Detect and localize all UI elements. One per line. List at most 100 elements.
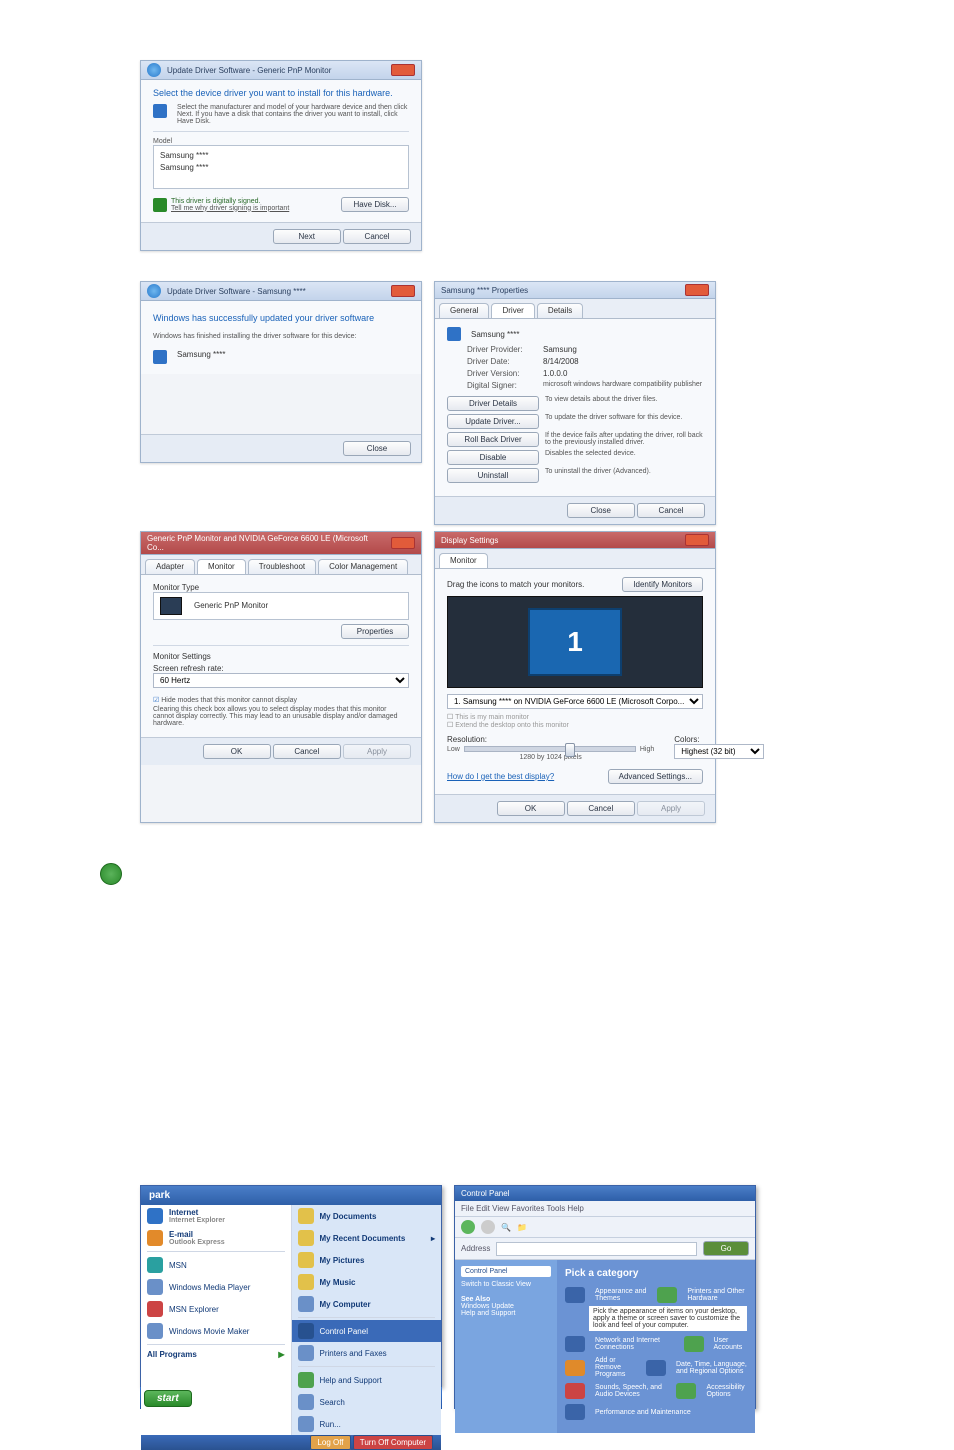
list-item[interactable]: Samsung **** bbox=[160, 162, 402, 174]
start-item-email[interactable]: E-mailOutlook Express bbox=[141, 1227, 291, 1249]
performance-icon bbox=[565, 1404, 585, 1420]
properties-button[interactable]: Properties bbox=[341, 624, 409, 639]
tab-color-management[interactable]: Color Management bbox=[318, 559, 408, 574]
cancel-button[interactable]: Cancel bbox=[637, 503, 705, 518]
close-icon[interactable] bbox=[685, 284, 709, 296]
start-printers[interactable]: Printers and Faxes bbox=[292, 1342, 442, 1364]
start-search[interactable]: Search bbox=[292, 1391, 442, 1413]
list-item[interactable]: Samsung **** bbox=[160, 150, 402, 162]
start-my-computer[interactable]: My Computer bbox=[292, 1293, 442, 1315]
driver-details-button[interactable]: Driver Details bbox=[447, 396, 539, 411]
start-my-music[interactable]: My Music bbox=[292, 1271, 442, 1293]
apply-button[interactable]: Apply bbox=[343, 744, 411, 759]
tab-adapter[interactable]: Adapter bbox=[145, 559, 195, 574]
value: 8/14/2008 bbox=[543, 357, 579, 366]
cancel-button[interactable]: Cancel bbox=[273, 744, 341, 759]
search-icon[interactable]: 🔍 bbox=[501, 1223, 511, 1232]
folders-icon[interactable]: 📁 bbox=[517, 1223, 527, 1232]
start-item-movie-maker[interactable]: Windows Movie Maker bbox=[141, 1320, 291, 1342]
close-icon[interactable] bbox=[391, 537, 415, 549]
tab-monitor[interactable]: Monitor bbox=[197, 559, 246, 574]
update-driver-button[interactable]: Update Driver... bbox=[447, 414, 539, 429]
model-list[interactable]: Samsung **** Samsung **** bbox=[153, 145, 409, 189]
start-help[interactable]: Help and Support bbox=[292, 1369, 442, 1391]
menu-bar[interactable]: File Edit View Favorites Tools Help bbox=[455, 1201, 755, 1217]
why-signing-link[interactable]: Tell me why driver signing is important bbox=[171, 205, 341, 212]
start-run[interactable]: Run... bbox=[292, 1413, 442, 1435]
have-disk-button[interactable]: Have Disk... bbox=[341, 197, 409, 212]
desc: To view details about the driver files. bbox=[545, 396, 657, 411]
next-button[interactable]: Next bbox=[273, 229, 341, 244]
start-button[interactable]: start bbox=[144, 1390, 192, 1407]
start-my-documents[interactable]: My Documents bbox=[292, 1205, 442, 1227]
colors-select[interactable]: Highest (32 bit) bbox=[674, 744, 764, 759]
monitor-icon bbox=[160, 597, 182, 615]
back-icon[interactable] bbox=[147, 63, 161, 77]
disable-button[interactable]: Disable bbox=[447, 450, 539, 465]
tab-monitor[interactable]: Monitor bbox=[439, 553, 488, 568]
start-item-msn[interactable]: MSN bbox=[141, 1254, 291, 1276]
addremove-icon bbox=[565, 1360, 585, 1376]
close-icon[interactable] bbox=[391, 285, 415, 297]
start-item-msn-explorer[interactable]: MSN Explorer bbox=[141, 1298, 291, 1320]
refresh-rate-select[interactable]: 60 Hertz bbox=[153, 673, 409, 688]
advanced-settings-button[interactable]: Advanced Settings... bbox=[608, 769, 703, 784]
rollback-button[interactable]: Roll Back Driver bbox=[447, 432, 539, 447]
go-button[interactable]: Go bbox=[703, 1241, 749, 1256]
start-item-internet[interactable]: InternetInternet Explorer bbox=[141, 1205, 291, 1227]
identify-monitors-button[interactable]: Identify Monitors bbox=[622, 577, 703, 592]
windows-update-link[interactable]: Windows Update bbox=[461, 1303, 551, 1310]
close-button[interactable]: Close bbox=[343, 441, 411, 456]
apply-button[interactable]: Apply bbox=[637, 801, 705, 816]
cat-datetime[interactable]: Date, Time, Language, and Regional Optio… bbox=[676, 1361, 747, 1375]
desc: To update the driver software for this d… bbox=[545, 414, 682, 429]
appearance-icon bbox=[565, 1287, 585, 1303]
tab-driver[interactable]: Driver bbox=[491, 303, 534, 318]
switch-classic-link[interactable]: Switch to Classic View bbox=[461, 1281, 551, 1288]
close-icon[interactable] bbox=[391, 64, 415, 76]
cat-accessibility[interactable]: Accessibility Options bbox=[706, 1384, 747, 1398]
cat-performance[interactable]: Performance and Maintenance bbox=[595, 1409, 691, 1416]
start-menu-screenshot: park InternetInternet Explorer E-mailOut… bbox=[140, 1185, 442, 1409]
start-recent-documents[interactable]: My Recent Documents▸ bbox=[292, 1227, 442, 1249]
help-support-link[interactable]: Help and Support bbox=[461, 1310, 551, 1317]
close-icon[interactable] bbox=[685, 534, 709, 546]
hide-modes-checkbox[interactable]: Hide modes that this monitor cannot disp… bbox=[153, 696, 409, 704]
turnoff-button[interactable]: Turn Off Computer bbox=[353, 1435, 433, 1450]
forward-icon[interactable] bbox=[481, 1220, 495, 1234]
ok-button[interactable]: OK bbox=[203, 744, 271, 759]
ok-button[interactable]: OK bbox=[497, 801, 565, 816]
start-my-pictures[interactable]: My Pictures bbox=[292, 1249, 442, 1271]
cancel-button[interactable]: Cancel bbox=[343, 229, 411, 244]
back-icon[interactable] bbox=[147, 284, 161, 298]
high-label: High bbox=[640, 746, 654, 753]
display-select[interactable]: 1. Samsung **** on NVIDIA GeForce 6600 L… bbox=[447, 694, 703, 709]
cat-users[interactable]: User Accounts bbox=[714, 1337, 747, 1351]
best-display-link[interactable]: How do I get the best display? bbox=[447, 772, 554, 781]
back-icon[interactable] bbox=[461, 1220, 475, 1234]
uninstall-button[interactable]: Uninstall bbox=[447, 468, 539, 483]
monitor-arrangement[interactable]: 1 bbox=[447, 596, 703, 688]
cat-sounds[interactable]: Sounds, Speech, and Audio Devices bbox=[595, 1384, 666, 1398]
address-bar[interactable] bbox=[496, 1242, 697, 1256]
logoff-button[interactable]: Log Off bbox=[310, 1435, 350, 1450]
main-monitor-checkbox: This is my main monitor bbox=[447, 713, 703, 721]
tab-general[interactable]: General bbox=[439, 303, 489, 318]
window-title: Control Panel bbox=[461, 1189, 509, 1198]
msn-icon bbox=[147, 1257, 163, 1273]
cat-appearance[interactable]: Appearance and Themes bbox=[595, 1288, 647, 1302]
cancel-button[interactable]: Cancel bbox=[567, 801, 635, 816]
monitor-1[interactable]: 1 bbox=[528, 608, 622, 676]
cat-printers[interactable]: Printers and Other Hardware bbox=[687, 1288, 747, 1302]
start-control-panel[interactable]: Control Panel bbox=[292, 1320, 442, 1342]
cat-addremove[interactable]: Add or Remove Programs bbox=[595, 1357, 636, 1378]
close-button[interactable]: Close bbox=[567, 503, 635, 518]
tab-details[interactable]: Details bbox=[537, 303, 583, 318]
start-all-programs[interactable]: All Programs▶ bbox=[141, 1347, 291, 1362]
tab-troubleshoot[interactable]: Troubleshoot bbox=[248, 559, 316, 574]
resolution-slider[interactable] bbox=[464, 746, 636, 752]
cat-network[interactable]: Network and Internet Connections bbox=[595, 1337, 674, 1351]
movie-maker-icon bbox=[147, 1323, 163, 1339]
refresh-icon[interactable] bbox=[100, 863, 122, 885]
start-item-wmp[interactable]: Windows Media Player bbox=[141, 1276, 291, 1298]
